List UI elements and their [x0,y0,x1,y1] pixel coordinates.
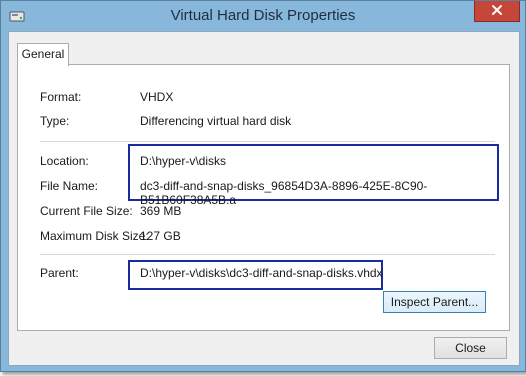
current-file-size-label: Current File Size: [40,204,133,218]
file-name-label: File Name: [40,179,99,193]
window-title: Virtual Hard Disk Properties [170,7,356,24]
dialog-client-area: General Format: VHDX Type: Differencing … [8,31,520,366]
format-value: VHDX [140,90,174,104]
tab-general[interactable]: General [17,43,69,66]
parent-value: D:\hyper-v\disks\dc3-diff-and-snap-disks… [140,266,383,280]
maximum-disk-size-label: Maximum Disk Size: [40,229,149,243]
close-icon [491,4,503,19]
file-name-value: dc3-diff-and-snap-disks_96854D3A-8896-42… [140,179,428,207]
window-close-button[interactable] [474,1,520,22]
general-panel: Format: VHDX Type: Differencing virtual … [17,64,510,331]
separator-2 [40,254,495,255]
parent-label: Parent: [40,266,79,280]
type-value: Differencing virtual hard disk [140,114,292,128]
close-button[interactable]: Close [434,337,507,359]
type-label: Type: [40,114,70,128]
current-file-size-value: 369 MB [140,204,182,218]
properties-window: Virtual Hard Disk Properties General For… [0,0,526,372]
location-value: D:\hyper-v\disks [140,154,227,168]
format-label: Format: [40,90,82,104]
title-bar[interactable]: Virtual Hard Disk Properties [1,1,525,31]
maximum-disk-size-value: 127 GB [140,229,181,243]
location-label: Location: [40,154,89,168]
inspect-parent-button[interactable]: Inspect Parent... [383,291,486,313]
separator-1 [40,141,495,142]
